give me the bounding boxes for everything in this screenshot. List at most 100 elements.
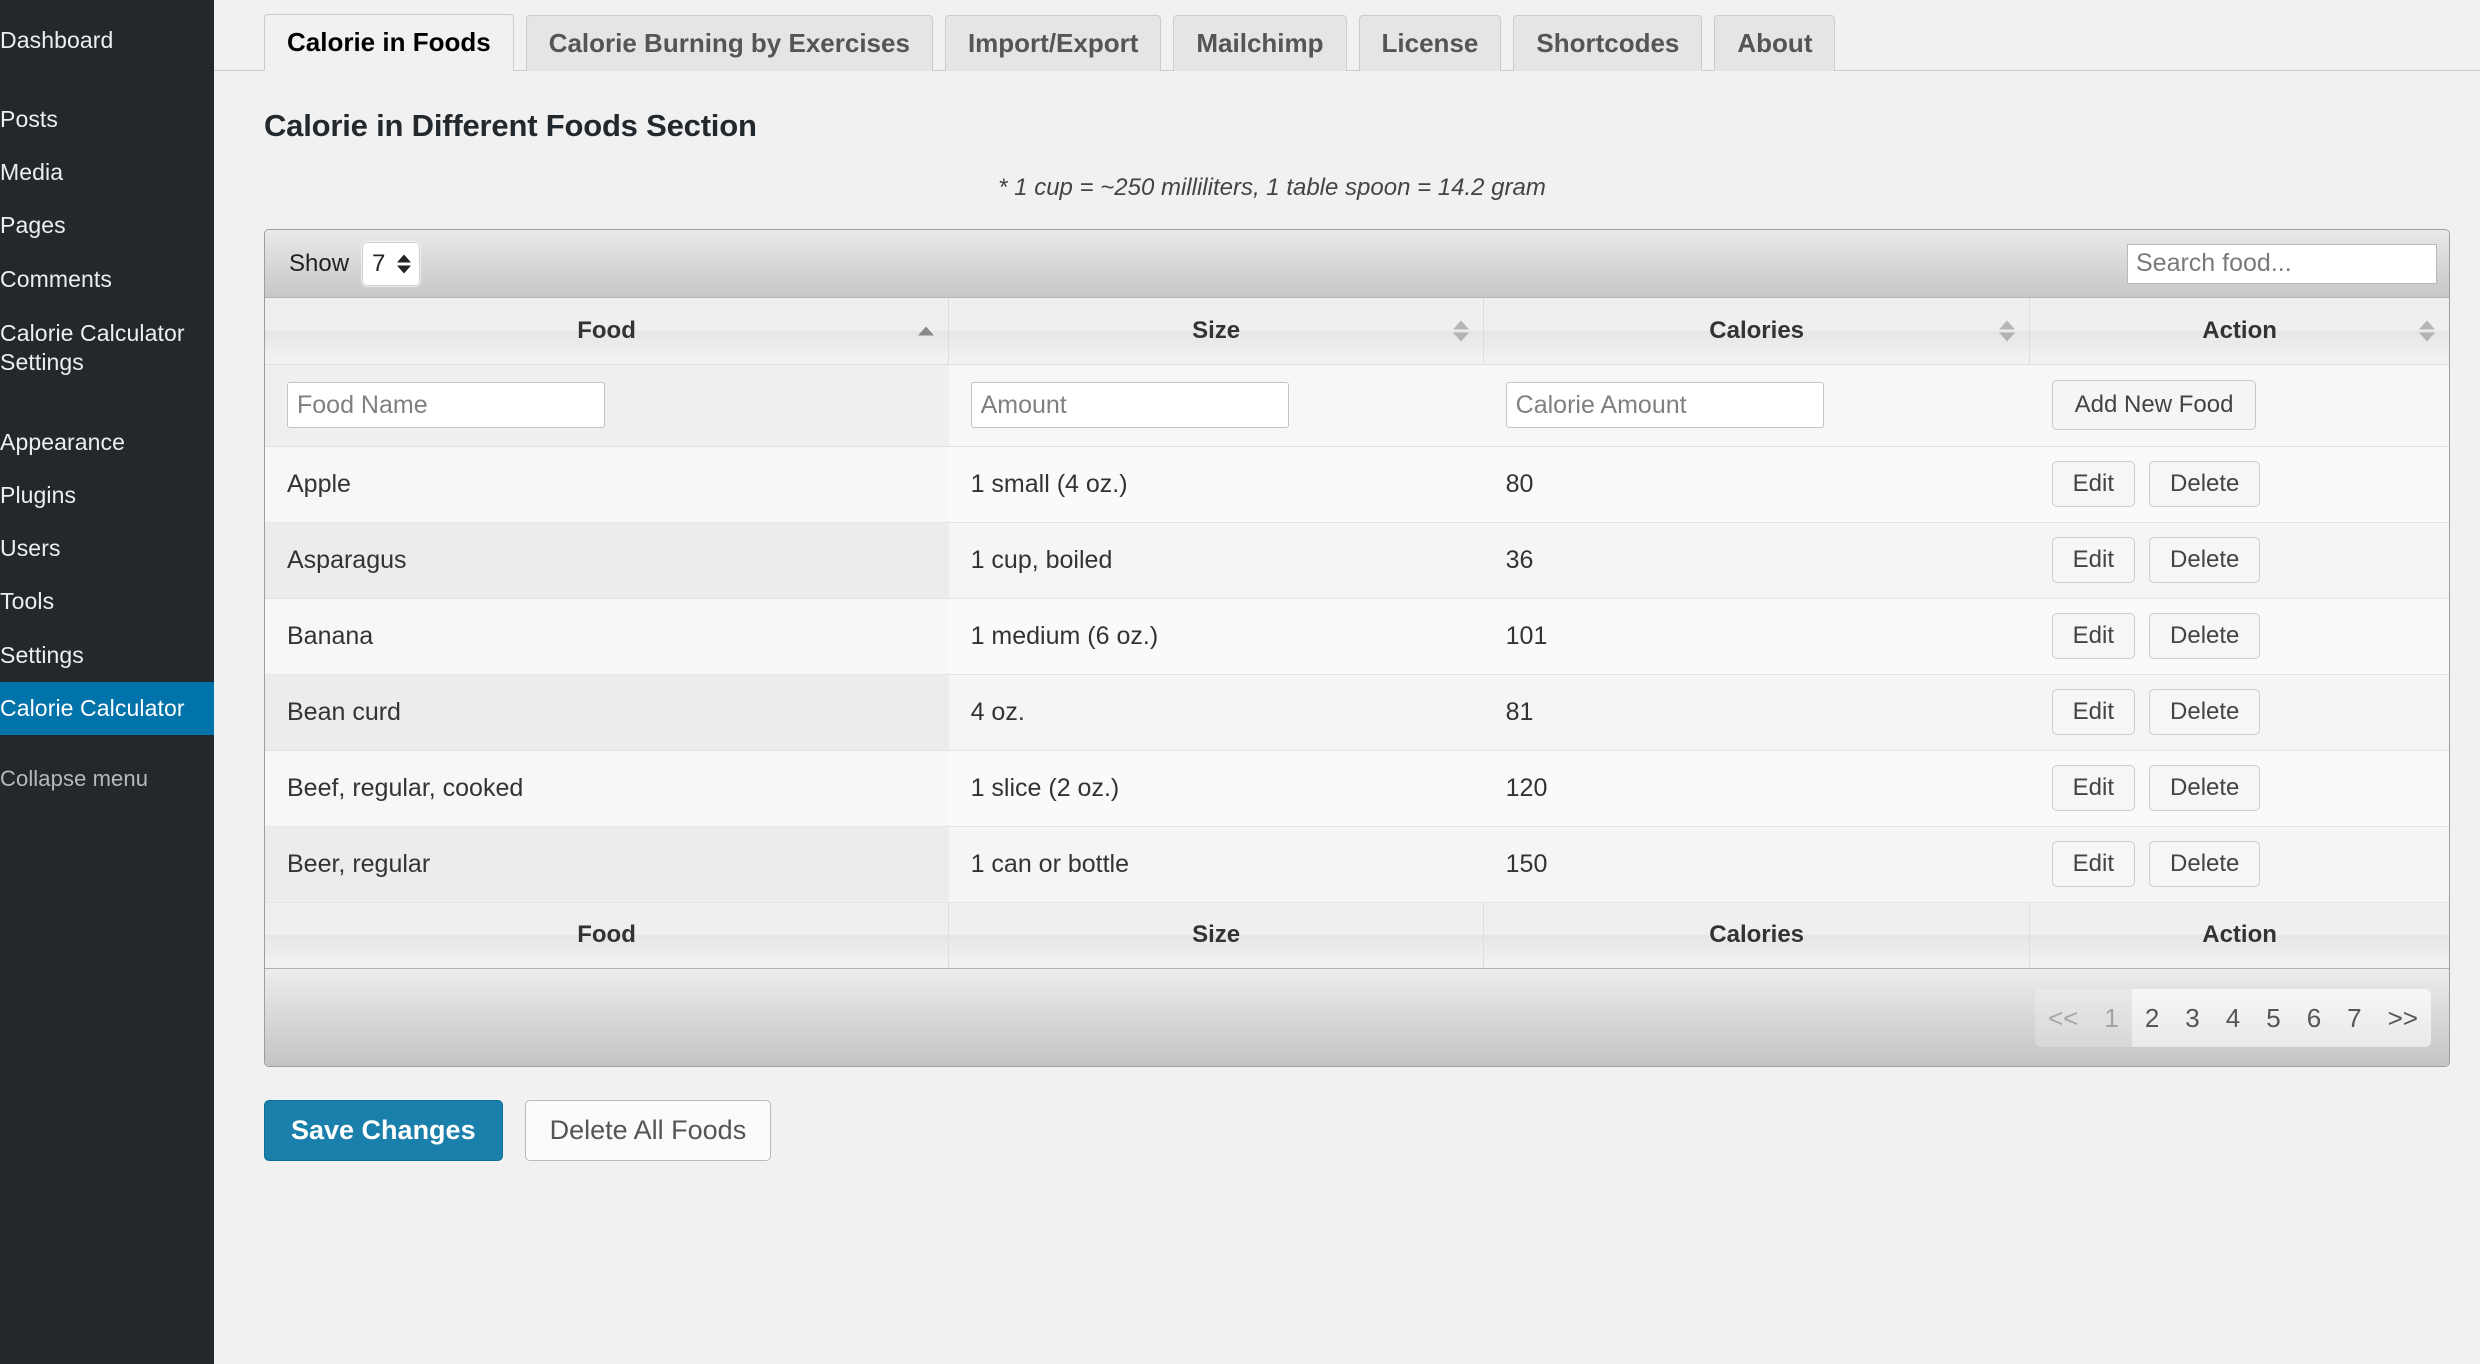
edit-row-button[interactable]: Edit (2051, 840, 2136, 888)
table-footer-row: Food Size Calories Action (265, 901, 2449, 968)
pagination-next-button[interactable]: >> (2374, 988, 2431, 1047)
sidebar-item-dashboard[interactable]: Dashboard (0, 14, 214, 67)
new-food-calories-input[interactable] (1505, 382, 1824, 428)
table-row: Bean curd 4 oz. 81 Edit Delete (265, 674, 2449, 751)
tab-bar: Calorie in Foods Calorie Burning by Exerc… (214, 0, 2480, 71)
cell-food: Beef, regular, cooked (265, 750, 949, 827)
sidebar-item-collapse-menu[interactable]: Collapse menu (0, 753, 214, 805)
new-food-name-input[interactable] (287, 382, 605, 428)
sidebar-item-label: Dashboard (0, 27, 114, 53)
form-actions: Save Changes Delete All Foods (264, 1100, 2480, 1161)
cell-size: 1 can or bottle (948, 826, 1484, 903)
sidebar-item-label: Calorie Calculator Settings (0, 319, 185, 375)
sidebar-item-calorie-calculator[interactable]: Calorie Calculator (0, 681, 214, 735)
sort-both-icon[interactable] (1453, 320, 1470, 342)
column-header-action[interactable]: Action (2029, 298, 2449, 365)
pagination-prev-button[interactable]: << (2034, 988, 2092, 1047)
cell-calories: 36 (1483, 522, 2030, 599)
pagination-page-2[interactable]: 2 (2131, 988, 2173, 1047)
search-input[interactable] (2127, 243, 2437, 284)
page-title: Calorie in Different Foods Section (264, 108, 757, 143)
edit-row-button[interactable]: Edit (2051, 764, 2136, 812)
pagination-page-4[interactable]: 4 (2212, 988, 2254, 1047)
admin-page: Dashboard Posts Media Pages Comments Calorie … (0, 0, 2480, 1364)
tab-shortcodes[interactable]: Shortcodes (1513, 15, 1703, 71)
column-header-label: Action (2202, 316, 2277, 344)
cell-food: Asparagus (265, 522, 949, 599)
cell-action: Edit Delete (2029, 598, 2449, 675)
delete-row-button[interactable]: Delete (2149, 764, 2261, 812)
column-header-calories[interactable]: Calories (1483, 298, 2031, 365)
cell-action: Edit Delete (2029, 674, 2449, 751)
pagination-page-1[interactable]: 1 (2091, 988, 2132, 1047)
cell-action: Edit Delete (2029, 522, 2449, 599)
cell-action: Edit Delete (2029, 826, 2449, 903)
show-entries-group: Show 7 (289, 241, 421, 286)
column-header-food[interactable]: Food (265, 298, 950, 365)
sidebar-item-label: Users (0, 535, 61, 562)
save-changes-button[interactable]: Save Changes (264, 1100, 503, 1161)
sidebar-item-settings[interactable]: Settings (0, 629, 214, 682)
pagination: << 1 2 3 4 5 6 7 >> (2034, 988, 2431, 1047)
tab-calorie-burning-by-exercises[interactable]: Calorie Burning by Exercises (525, 15, 933, 71)
add-food-row: Add New Food (265, 364, 2449, 447)
column-header-size[interactable]: Size (948, 298, 1485, 365)
cell-size: 1 small (4 oz.) (948, 446, 1484, 523)
table-body: Add New Food Apple1 small (4 oz.)80 Edit De… (265, 364, 2449, 903)
pagination-page-3[interactable]: 3 (2172, 988, 2213, 1047)
cell-calories: 81 (1483, 674, 2030, 751)
pagination-page-5[interactable]: 5 (2253, 988, 2294, 1047)
stepper-arrows-icon[interactable] (397, 254, 412, 273)
pagination-page-6[interactable]: 6 (2293, 988, 2335, 1047)
sidebar-item-tools[interactable]: Tools (0, 575, 214, 628)
table-head: Food Size Calories Action (265, 298, 2449, 365)
tab-about[interactable]: About (1714, 15, 1836, 71)
pagination-page-7[interactable]: 7 (2334, 988, 2375, 1047)
tab-mailchimp[interactable]: Mailchimp (1173, 15, 1347, 71)
new-food-name-cell (265, 364, 949, 447)
sidebar-collapse-label: Collapse menu (0, 765, 149, 791)
sort-both-icon[interactable] (2419, 320, 2435, 342)
sidebar-item-pages[interactable]: Pages (0, 199, 214, 252)
tab-calorie-in-foods[interactable]: Calorie in Foods (264, 14, 514, 71)
cell-size: 1 medium (6 oz.) (948, 598, 1484, 675)
add-new-food-button[interactable]: Add New Food (2051, 379, 2257, 431)
edit-row-button[interactable]: Edit (2051, 460, 2136, 508)
tab-license[interactable]: License (1358, 15, 1502, 71)
delete-row-button[interactable]: Delete (2149, 688, 2261, 736)
table-header-row: Food Size Calories Action (265, 298, 2449, 365)
units-note: * 1 cup = ~250 milliliters, 1 table spoo… (998, 174, 1546, 201)
sidebar-item-posts[interactable]: Posts (0, 93, 214, 146)
delete-row-button[interactable]: Delete (2149, 536, 2261, 584)
column-header-label: Food (577, 316, 636, 344)
show-label: Show (289, 249, 350, 277)
sidebar-item-plugins[interactable]: Plugins (0, 469, 214, 522)
tab-import-export[interactable]: Import/Export (944, 15, 1162, 71)
edit-row-button[interactable]: Edit (2051, 536, 2136, 584)
delete-row-button[interactable]: Delete (2149, 840, 2261, 888)
cell-food: Bean curd (265, 674, 949, 751)
table-row: Asparagus 1 cup, boiled 36 Edit Delete (265, 522, 2449, 599)
sidebar-item-media[interactable]: Media (0, 146, 214, 199)
edit-row-button[interactable]: Edit (2051, 688, 2136, 736)
sidebar-item-label: Appearance (0, 429, 126, 456)
delete-row-button[interactable]: Delete (2149, 460, 2261, 508)
admin-sidebar: Dashboard Posts Media Pages Comments Calorie … (0, 0, 214, 1364)
sort-both-icon[interactable] (1999, 320, 2016, 342)
cell-food: Banana (265, 598, 949, 675)
sidebar-item-calorie-calculator-settings[interactable]: Calorie Calculator Settings (0, 306, 214, 390)
sidebar-item-users[interactable]: Users (0, 522, 214, 575)
delete-all-foods-button[interactable]: Delete All Foods (524, 1100, 772, 1161)
footer-column-header-action: Action (2029, 901, 2449, 968)
new-food-size-cell (948, 364, 1484, 447)
sort-ascending-icon[interactable] (918, 326, 935, 336)
sidebar-item-comments[interactable]: Comments (0, 253, 214, 306)
sidebar-item-appearance[interactable]: Appearance (0, 416, 214, 469)
delete-row-button[interactable]: Delete (2149, 612, 2261, 660)
show-count-stepper[interactable]: 7 (362, 241, 421, 286)
edit-row-button[interactable]: Edit (2051, 612, 2136, 660)
new-food-size-input[interactable] (970, 382, 1289, 428)
cell-calories: 80 (1483, 446, 2030, 523)
cell-action: Edit Delete (2029, 446, 2449, 523)
table-toolbar: Show 7 (265, 230, 2449, 298)
